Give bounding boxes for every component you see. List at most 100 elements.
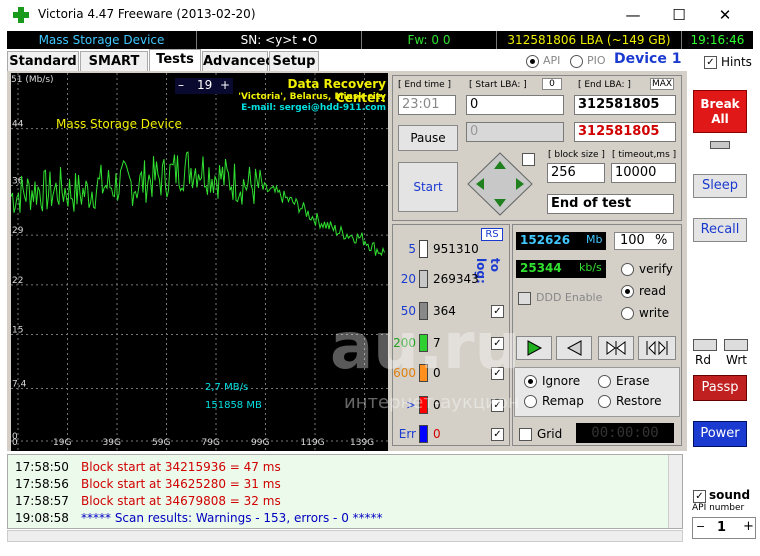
erase-radio[interactable] (598, 375, 611, 388)
log-horizontal-scrollbar[interactable] (7, 530, 683, 542)
grid-label: Grid (537, 427, 563, 441)
pad-checkbox[interactable] (522, 153, 535, 166)
start-lba-small[interactable]: 0 (542, 78, 562, 90)
tab-standard[interactable]: Standard (7, 51, 79, 71)
write-label: write (639, 306, 670, 320)
lba-capacity: 312581806 LBA (~149 GB) (497, 31, 682, 49)
block-threshold-label: 5 (408, 242, 416, 256)
tab-setup[interactable]: Setup (269, 51, 319, 71)
pio-radio[interactable] (570, 55, 583, 68)
end-time-label: [ End time ] (398, 80, 452, 90)
rs-button[interactable]: RS (481, 228, 503, 241)
device-selector[interactable]: Device 1 (614, 51, 681, 67)
timeout-select[interactable]: 10000 (611, 163, 676, 183)
log-panel: 17:58:50 Block start at 34215936 = 47 ms 1… (7, 454, 683, 529)
block-size-select[interactable]: 256 (547, 163, 605, 183)
block-count: 951310 (433, 242, 479, 256)
break-all-button[interactable]: Break All (693, 90, 747, 133)
start-lba-field[interactable]: 0 (466, 95, 564, 115)
end-lba-label: [ End LBA: ] (578, 80, 631, 90)
remap-radio[interactable] (524, 395, 537, 408)
api-label: API (543, 54, 561, 67)
zoom-in-button[interactable]: + (220, 78, 230, 92)
end-skip-button[interactable] (638, 336, 676, 360)
serial-number: SN: <y>t •O (197, 31, 362, 49)
percent-unit: % (655, 233, 668, 248)
firmware: Fw: 0 0 (362, 31, 497, 49)
pio-label: PIO (587, 54, 606, 67)
log-message: ***** Scan results: Warnings - 153, erro… (81, 511, 383, 525)
log-line: 19:08:58 ***** Scan results: Warnings - 1… (15, 510, 383, 527)
end-lba-field[interactable]: 312581805 (574, 95, 676, 115)
spin-up-icon[interactable]: + (743, 519, 754, 534)
restore-label: Restore (616, 394, 662, 408)
read-label: read (639, 284, 667, 298)
log-checkbox[interactable]: ✓ (491, 428, 504, 441)
tab-smart[interactable]: SMART (80, 51, 148, 71)
tab-advanced[interactable]: Advanced (202, 51, 275, 71)
speed-graph: 44362922157,4019G39G59G79G99G119G139G0 5… (11, 73, 388, 451)
sleep-button[interactable]: Sleep (693, 174, 747, 198)
end-action-select[interactable]: End of test (547, 194, 674, 214)
ignore-label: Ignore (542, 374, 581, 388)
grid-checkbox[interactable] (519, 428, 532, 441)
mb-display: 152626 Mb (516, 232, 606, 250)
verify-label: verify (639, 262, 673, 276)
log-scrollbar[interactable] (668, 455, 682, 528)
read-radio[interactable] (621, 285, 634, 298)
hints-label: Hints (721, 55, 752, 69)
tab-tests[interactable]: Tests (149, 49, 201, 71)
sound-checkbox[interactable]: ✓ (693, 490, 706, 503)
close-button[interactable]: ✕ (702, 0, 748, 30)
start-button[interactable]: Start (398, 162, 458, 212)
current-speed: 2,7 MB/s (205, 382, 249, 393)
zoom-out-button[interactable]: – (178, 78, 184, 92)
status-strip: Mass Storage Device SN: <y>t •O Fw: 0 0 … (7, 31, 753, 49)
x-tick-label: 39G (103, 438, 121, 448)
block-color-swatch (419, 270, 428, 288)
api-radio[interactable] (526, 55, 539, 68)
play-forward-button[interactable] (516, 336, 552, 360)
spin-down-icon[interactable]: − (696, 520, 705, 533)
power-button[interactable]: Power (693, 421, 747, 447)
end-lba-max-button[interactable]: MAX (650, 78, 674, 90)
log-line: 17:58:50 Block start at 34215936 = 47 ms (15, 459, 281, 476)
write-radio[interactable] (621, 307, 634, 320)
block-color-swatch (419, 425, 428, 443)
kbs-value: 25344 (520, 261, 562, 275)
hints-checkbox[interactable]: ✓ (704, 56, 717, 69)
play-backward-button[interactable] (556, 336, 592, 360)
x-tick-label: 59G (152, 438, 170, 448)
percent-display: 100 % (614, 232, 674, 250)
api-number-spinner[interactable]: − 1 + (692, 517, 756, 539)
kbs-unit: kb/s (579, 261, 602, 274)
log-time: 17:58:50 (15, 460, 69, 474)
y-tick-label: 7,4 (12, 379, 27, 389)
passp-button[interactable]: Passp (693, 375, 747, 401)
recall-button[interactable]: Recall (693, 218, 747, 242)
verify-radio[interactable] (621, 263, 634, 276)
device-name: Mass Storage Device (7, 31, 197, 49)
maximize-button[interactable]: ☐ (656, 0, 702, 30)
ignore-radio[interactable] (524, 375, 537, 388)
speed-series-line (11, 151, 385, 257)
log-message: Block start at 34625280 = 31 ms (81, 477, 281, 491)
action-group (514, 367, 680, 417)
api-number-label: API number (692, 503, 745, 513)
title-bar: Victoria 4.47 Freeware (2013-02-20) — ☐ … (0, 0, 760, 30)
victoria-app-icon (13, 7, 29, 23)
end-time-field[interactable]: 23:01 (398, 95, 456, 115)
break-indicator (710, 141, 730, 149)
block-threshold-label: 20 (400, 272, 416, 286)
minimize-button[interactable]: — (610, 0, 656, 30)
mb-value: 152626 (520, 233, 571, 247)
skip-button[interactable] (598, 336, 634, 360)
mb-unit: Mb (586, 233, 603, 246)
block-size-label: [ block size ] (548, 150, 605, 160)
rd-indicator (693, 339, 717, 351)
end-lba-field-2: 312581805 (574, 122, 676, 142)
recovery-center-email: E-mail: sergei@hdd-911.com (241, 103, 386, 113)
ddd-enable-checkbox[interactable] (518, 292, 531, 305)
restore-radio[interactable] (598, 395, 611, 408)
pause-button[interactable]: Pause (398, 125, 458, 151)
